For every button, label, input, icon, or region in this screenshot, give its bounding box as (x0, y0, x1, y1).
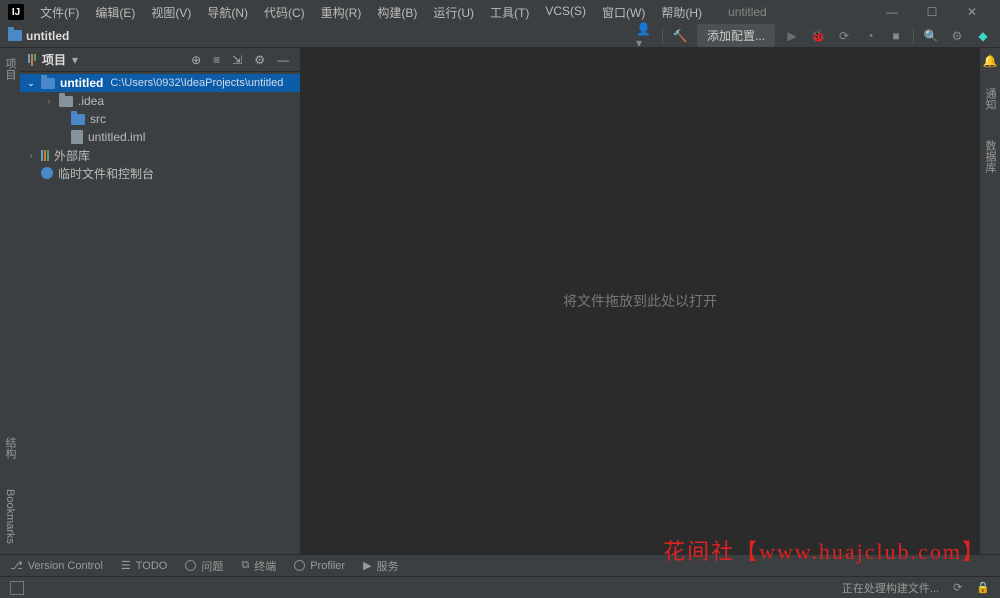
breadcrumb-project[interactable]: untitled (26, 29, 69, 43)
tool-terminal[interactable]: ⧉终端 (241, 558, 276, 574)
stop-icon[interactable]: ■ (887, 27, 905, 45)
sidebar-structure-tab[interactable]: 结构 (2, 437, 18, 459)
separator (913, 28, 914, 44)
folder-icon (59, 96, 73, 107)
chevron-right-icon[interactable]: › (26, 150, 36, 160)
window-title: untitled (728, 5, 767, 19)
run-icon[interactable]: ▶ (783, 27, 801, 45)
build-icon[interactable]: 🔨 (671, 27, 689, 45)
minimize-button[interactable]: — (872, 0, 912, 24)
menu-edit[interactable]: 编辑(E) (89, 2, 141, 23)
project-panel-icon (28, 54, 36, 66)
expand-all-icon[interactable]: ≡ (210, 53, 223, 67)
warning-icon (185, 560, 196, 571)
project-panel: 项目 ▾ ⊕ ≡ ⇲ ⚙ — ⌄ untitled C:\Users\0932\… (20, 48, 300, 554)
hide-panel-icon[interactable]: — (274, 53, 292, 67)
code-with-me-icon[interactable]: ◆ (974, 27, 992, 45)
folder-icon (71, 114, 85, 125)
status-bar: 正在处理构建文件... ⟳ 🔒 (0, 576, 1000, 598)
tool-services[interactable]: ▶服务 (363, 558, 398, 574)
navigation-bar: untitled 👤▾ 🔨 添加配置... ▶ 🐞 ⟳ ◔ ■ 🔍 ⚙ ◆ (0, 24, 1000, 48)
right-gutter: 🔔 通知 数据库 (980, 48, 1000, 554)
menu-view[interactable]: 视图(V) (145, 2, 197, 23)
branch-icon: ⎇ (10, 559, 23, 572)
terminal-icon: ⧉ (241, 559, 249, 572)
titlebar: IJ 文件(F) 编辑(E) 视图(V) 导航(N) 代码(C) 重构(R) 构… (0, 0, 1000, 24)
tree-scratches[interactable]: 临时文件和控制台 (20, 164, 300, 182)
tree-external-libs[interactable]: › 外部库 (20, 146, 300, 164)
menu-file[interactable]: 文件(F) (34, 2, 85, 23)
select-opened-icon[interactable]: ⊕ (188, 53, 204, 67)
sidebar-bookmarks-tab[interactable]: Bookmarks (4, 489, 16, 544)
project-panel-title: 项目 (42, 51, 66, 68)
menu-refactor[interactable]: 重构(R) (315, 2, 368, 23)
lock-icon[interactable]: 🔒 (976, 581, 990, 594)
search-icon[interactable]: 🔍 (922, 27, 940, 45)
tree-iml-file[interactable]: untitled.iml (20, 128, 300, 146)
library-icon (41, 150, 49, 161)
separator (662, 28, 663, 44)
chevron-down-icon[interactable]: ⌄ (26, 78, 36, 89)
user-icon[interactable]: 👤▾ (636, 27, 654, 45)
menu-run[interactable]: 运行(U) (427, 2, 480, 23)
add-configuration-button[interactable]: 添加配置... (697, 24, 775, 47)
profiler-icon (294, 560, 305, 571)
editor-empty-state[interactable]: 将文件拖放到此处以打开 (300, 48, 980, 554)
menu-build[interactable]: 构建(B) (371, 2, 423, 23)
menu-vcs[interactable]: VCS(S) (539, 2, 592, 23)
sidebar-notifications-tab[interactable]: 通知 (982, 88, 998, 110)
app-logo-icon: IJ (8, 4, 24, 20)
close-button[interactable]: ✕ (952, 0, 992, 24)
folder-icon (8, 30, 22, 41)
editor-placeholder: 将文件拖放到此处以打开 (563, 291, 717, 311)
tree-src-folder[interactable]: src (20, 110, 300, 128)
sidebar-project-tab[interactable]: 项目 (2, 54, 18, 80)
folder-icon (41, 78, 55, 89)
tool-profiler[interactable]: Profiler (294, 560, 345, 572)
bottom-toolbar: ⎇Version Control ☰TODO 问题 ⧉终端 Profiler ▶… (0, 554, 1000, 576)
profile-icon[interactable]: ◔ (861, 27, 879, 45)
settings-icon[interactable]: ⚙ (948, 27, 966, 45)
tree-idea-folder[interactable]: › .idea (20, 92, 300, 110)
chevron-right-icon[interactable]: › (44, 96, 54, 106)
gear-icon[interactable]: ⚙ (251, 53, 268, 67)
coverage-icon[interactable]: ⟳ (835, 27, 853, 45)
status-message: 正在处理构建文件... (842, 580, 939, 596)
list-icon: ☰ (121, 559, 131, 572)
toolwindow-toggle-icon[interactable] (10, 581, 24, 595)
tool-version-control[interactable]: ⎇Version Control (10, 559, 103, 572)
notifications-icon[interactable]: 🔔 (983, 54, 998, 68)
collapse-all-icon[interactable]: ⇲ (229, 53, 245, 67)
menu-navigate[interactable]: 导航(N) (201, 2, 254, 23)
services-icon: ▶ (363, 559, 371, 572)
menu-window[interactable]: 窗口(W) (596, 2, 651, 23)
tool-todo[interactable]: ☰TODO (121, 559, 167, 572)
dropdown-icon[interactable]: ▾ (72, 53, 78, 67)
background-tasks-icon[interactable]: ⟳ (953, 581, 962, 594)
debug-icon[interactable]: 🐞 (809, 27, 827, 45)
tool-problems[interactable]: 问题 (185, 558, 223, 574)
menu-tools[interactable]: 工具(T) (484, 2, 535, 23)
maximize-button[interactable]: ☐ (912, 0, 952, 24)
menu-help[interactable]: 帮助(H) (655, 2, 708, 23)
sidebar-database-tab[interactable]: 数据库 (982, 140, 998, 173)
scratch-icon (41, 167, 53, 179)
tree-root[interactable]: ⌄ untitled C:\Users\0932\IdeaProjects\un… (20, 74, 300, 92)
left-gutter: 项目 结构 Bookmarks (0, 48, 20, 554)
menu-code[interactable]: 代码(C) (258, 2, 311, 23)
file-icon (71, 130, 83, 144)
project-tree[interactable]: ⌄ untitled C:\Users\0932\IdeaProjects\un… (20, 72, 300, 554)
